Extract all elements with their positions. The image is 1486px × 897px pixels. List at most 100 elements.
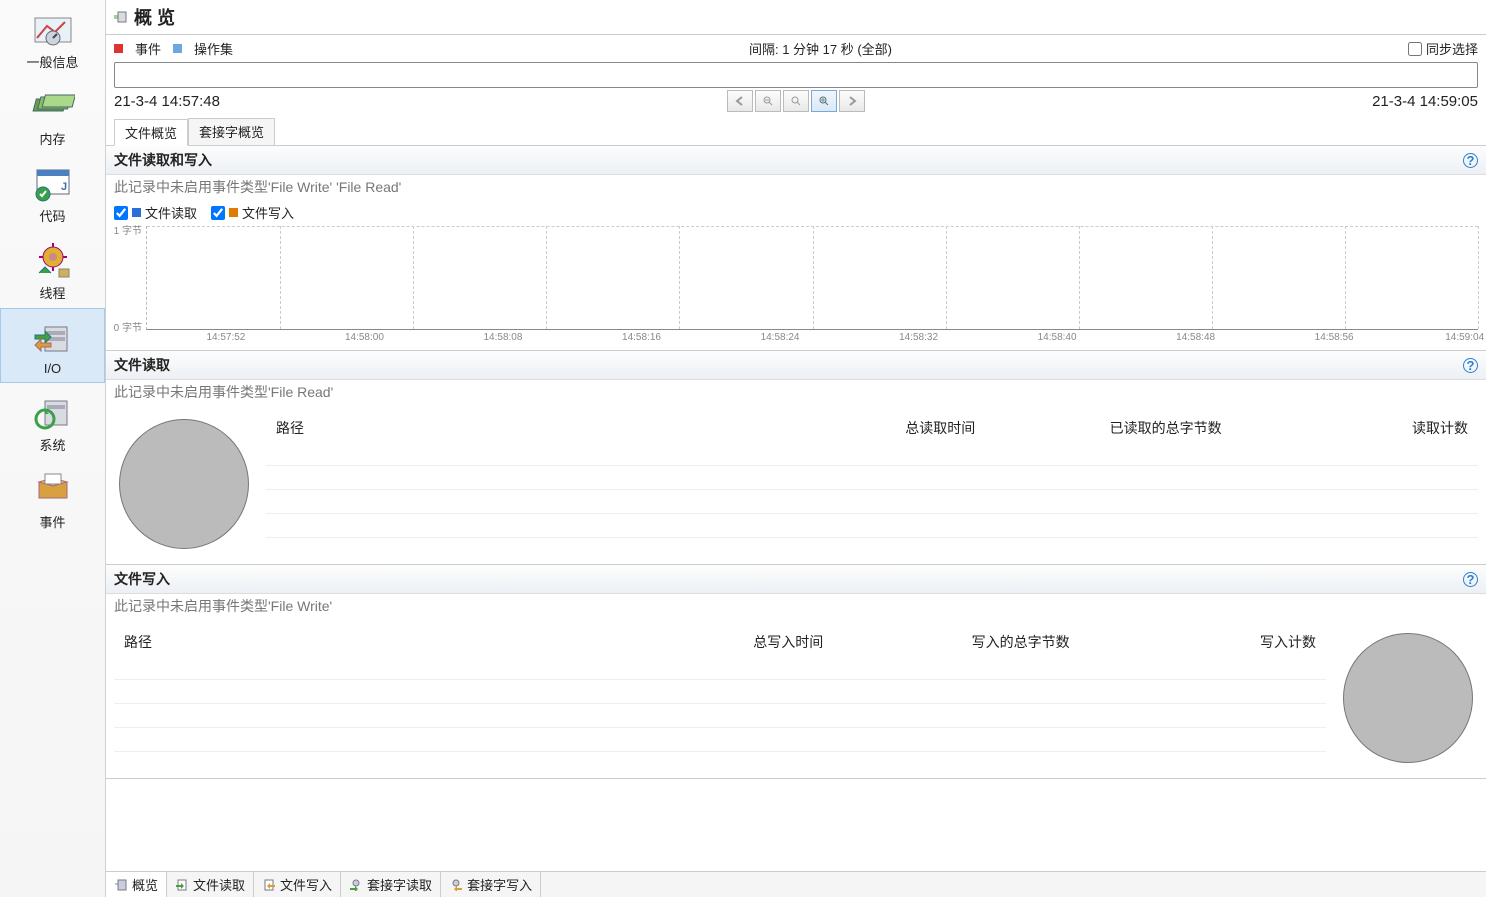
nav-zoom-in-button[interactable] [811, 90, 837, 112]
btab-file-write[interactable]: 文件写入 [254, 872, 341, 897]
sidebar-item-code[interactable]: J 代码 [0, 154, 105, 231]
th-path[interactable]: 路径 [266, 414, 739, 442]
btab-overview[interactable]: 概览 [106, 872, 167, 897]
section-read-title: 文件读取 [114, 355, 170, 375]
section-file-read: 文件读取 ? 此记录中未启用事件类型'File Read' 路径 总读取时间 已… [106, 351, 1486, 565]
legend-read-checkbox[interactable]: 文件读取 [114, 203, 197, 222]
page-title: 概 览 [134, 4, 175, 30]
write-color-icon [229, 208, 238, 217]
sidebar-item-events[interactable]: 事件 [0, 460, 105, 537]
legend-row: 事件 操作集 间隔: 1 分钟 17 秒 (全部) 同步选择 [106, 35, 1486, 62]
btab-label: 套接字写入 [467, 875, 532, 894]
th-total-read-time[interactable]: 总读取时间 [739, 414, 985, 442]
timeline-range[interactable] [114, 62, 1478, 88]
system-icon [29, 393, 77, 433]
plot-area [146, 226, 1478, 330]
read-table-header: 路径 总读取时间 已读取的总字节数 读取计数 [266, 414, 1478, 442]
section-file-write: 文件写入 ? 此记录中未启用事件类型'File Write' 路径 总写入时间 … [106, 565, 1486, 779]
io-icon [29, 319, 77, 359]
legend-read-input[interactable] [114, 206, 128, 220]
sidebar-item-label: I/O [44, 361, 61, 376]
th-total-bytes-written[interactable]: 写入的总字节数 [833, 628, 1079, 656]
tab-file-overview[interactable]: 文件概览 [114, 119, 188, 146]
table-row [114, 728, 1326, 752]
sidebar-item-label: 线程 [39, 283, 65, 302]
help-icon[interactable]: ? [1463, 572, 1478, 587]
th-write-count[interactable]: 写入计数 [1080, 628, 1326, 656]
sidebar-item-system[interactable]: 系统 [0, 383, 105, 460]
nav-back-button[interactable] [727, 90, 753, 112]
section-rw-title: 文件读取和写入 [114, 150, 212, 170]
section-read-sub: 此记录中未启用事件类型'File Read' [106, 380, 1486, 408]
th-total-write-time[interactable]: 总写入时间 [587, 628, 833, 656]
event-legend-icon [114, 44, 123, 53]
read-color-icon [132, 208, 141, 217]
btab-file-read[interactable]: 文件读取 [167, 872, 254, 897]
sync-select-label: 同步选择 [1426, 39, 1478, 58]
table-row [266, 466, 1478, 490]
btab-socket-read[interactable]: 套接字读取 [341, 872, 441, 897]
main: 概 览 事件 操作集 间隔: 1 分钟 17 秒 (全部) 同步选择 21-3-… [106, 0, 1486, 897]
sidebar-item-memory[interactable]: 内存 [0, 77, 105, 154]
opset-legend-label: 操作集 [194, 39, 233, 58]
read-table: 路径 总读取时间 已读取的总字节数 读取计数 [266, 414, 1478, 554]
table-row [114, 656, 1326, 680]
opset-legend-icon [173, 44, 182, 53]
nav-forward-button[interactable] [839, 90, 865, 112]
legend-write-input[interactable] [211, 206, 225, 220]
th-path[interactable]: 路径 [114, 628, 587, 656]
y-tick-1: 1 字节 [114, 222, 142, 237]
table-row [114, 704, 1326, 728]
file-read-mini-icon [175, 878, 189, 892]
btab-label: 概览 [132, 875, 158, 894]
write-pie-chart [1338, 628, 1478, 768]
y-tick-0: 0 字节 [114, 319, 142, 334]
btab-label: 套接字读取 [367, 875, 432, 894]
file-write-mini-icon [262, 878, 276, 892]
write-table: 路径 总写入时间 写入的总字节数 写入计数 [114, 628, 1326, 768]
nav-zoom-reset-button[interactable] [783, 90, 809, 112]
general-info-icon [29, 10, 77, 50]
help-icon[interactable]: ? [1463, 153, 1478, 168]
sidebar-item-label: 事件 [39, 512, 65, 531]
tab-socket-overview[interactable]: 套接字概览 [188, 118, 275, 145]
table-row [114, 680, 1326, 704]
table-row [266, 514, 1478, 538]
th-total-bytes-read[interactable]: 已读取的总字节数 [985, 414, 1231, 442]
table-row [266, 490, 1478, 514]
legend-write-checkbox[interactable]: 文件写入 [211, 203, 294, 222]
sync-select-input[interactable] [1408, 42, 1422, 56]
sidebar-item-label: 一般信息 [26, 52, 78, 71]
end-time: 21-3-4 14:59:05 [1372, 93, 1478, 110]
sidebar: 一般信息 内存 J 代码 线程 I/O 系统 事件 [0, 0, 106, 897]
sidebar-item-io[interactable]: I/O [0, 308, 105, 383]
start-time: 21-3-4 14:57:48 [114, 93, 220, 110]
interval-label: 间隔: 1 分钟 17 秒 (全部) [245, 39, 1396, 58]
rw-chart: 1 字节 0 字节 14:57:52 14:58:00 14:58:08 14:… [146, 226, 1478, 346]
svg-text:J: J [61, 181, 67, 193]
chart-legend: 文件读取 文件写入 [106, 203, 1486, 226]
event-legend-label: 事件 [135, 39, 161, 58]
sidebar-item-label: 代码 [39, 206, 65, 225]
sync-select-checkbox[interactable]: 同步选择 [1408, 39, 1478, 58]
y-axis: 1 字节 0 字节 [106, 226, 144, 330]
btab-socket-write[interactable]: 套接字写入 [441, 872, 541, 897]
page-header: 概 览 [106, 0, 1486, 35]
read-pie-chart [114, 414, 254, 554]
th-read-count[interactable]: 读取计数 [1232, 414, 1478, 442]
code-icon: J [29, 164, 77, 204]
section-file-rw: 文件读取和写入 ? 此记录中未启用事件类型'File Write' 'File … [106, 146, 1486, 351]
sidebar-item-general[interactable]: 一般信息 [0, 0, 105, 77]
write-table-header: 路径 总写入时间 写入的总字节数 写入计数 [114, 628, 1326, 656]
legend-read-label: 文件读取 [145, 203, 197, 222]
nav-zoom-out-button[interactable] [755, 90, 781, 112]
section-write-sub: 此记录中未启用事件类型'File Write' [106, 594, 1486, 622]
section-rw-sub: 此记录中未启用事件类型'File Write' 'File Read' [106, 175, 1486, 203]
table-row [266, 442, 1478, 466]
content: 文件读取和写入 ? 此记录中未启用事件类型'File Write' 'File … [106, 146, 1486, 871]
nav-buttons [727, 90, 865, 112]
time-row: 21-3-4 14:57:48 21-3-4 14:59:05 [106, 88, 1486, 114]
sidebar-item-threads[interactable]: 线程 [0, 231, 105, 308]
sidebar-item-label: 系统 [39, 435, 65, 454]
help-icon[interactable]: ? [1463, 358, 1478, 373]
